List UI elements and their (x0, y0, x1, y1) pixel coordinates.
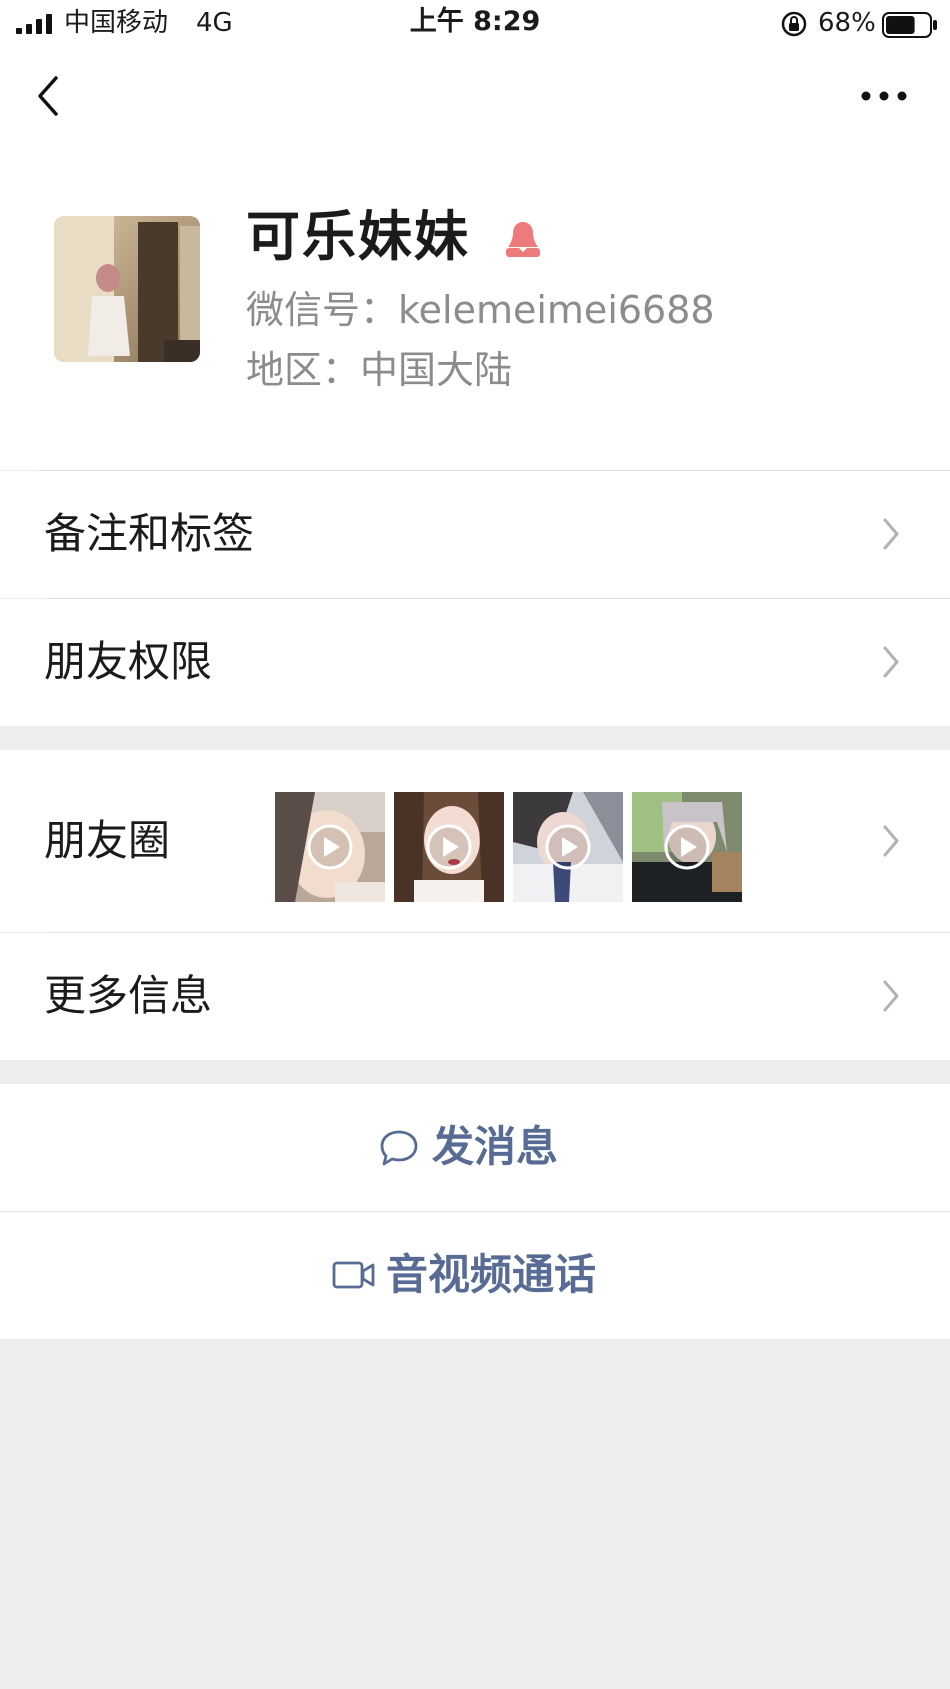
remarks-tags-label: 备注和标签 (44, 509, 255, 558)
profile-header: 可乐妹妹 微信号：kelemeimei6688 地区：中国大陆 (0, 144, 950, 470)
chevron-right-icon (883, 825, 899, 857)
profile-name: 可乐妹妹 (246, 205, 470, 268)
female-icon (506, 222, 540, 257)
play-icon (545, 824, 591, 870)
friend-permissions-row[interactable]: 朋友权限 (0, 599, 950, 726)
wechat-id: 微信号：kelemeimei6688 (246, 288, 715, 332)
section-gap (0, 726, 950, 750)
moments-label: 朋友圈 (44, 816, 171, 865)
chevron-right-icon (883, 980, 899, 1012)
section-gap (0, 1060, 950, 1084)
play-icon (426, 824, 472, 870)
chevron-right-icon (883, 646, 899, 678)
battery-percent: 68% (818, 8, 876, 38)
more-info-label: 更多信息 (44, 971, 213, 1020)
more-info-row[interactable]: 更多信息 (0, 933, 950, 1060)
chat-bubble-icon (380, 1130, 418, 1166)
rotation-lock-icon (781, 11, 807, 37)
send-message-label: 发消息 (432, 1122, 559, 1171)
friend-permissions-label: 朋友权限 (44, 637, 213, 686)
region: 地区：中国大陆 (246, 348, 513, 392)
remarks-tags-row[interactable]: 备注和标签 (0, 471, 950, 598)
send-message-button[interactable]: 发消息 (0, 1084, 950, 1211)
play-icon (664, 824, 710, 870)
moments-row[interactable]: 朋友圈 (0, 750, 950, 932)
more-dots-icon[interactable] (860, 88, 908, 104)
status-bar: 中国移动 4G 上午 8:29 68% (0, 0, 950, 48)
chevron-right-icon (883, 518, 899, 550)
battery-icon (882, 12, 937, 38)
video-call-label: 音视频通话 (386, 1250, 597, 1299)
avatar[interactable] (54, 216, 200, 362)
play-icon (307, 824, 353, 870)
video-call-button[interactable]: 音视频通话 (0, 1212, 950, 1339)
navigation-bar (0, 48, 950, 144)
chevron-left-icon[interactable] (30, 72, 66, 120)
video-camera-icon (332, 1261, 375, 1289)
